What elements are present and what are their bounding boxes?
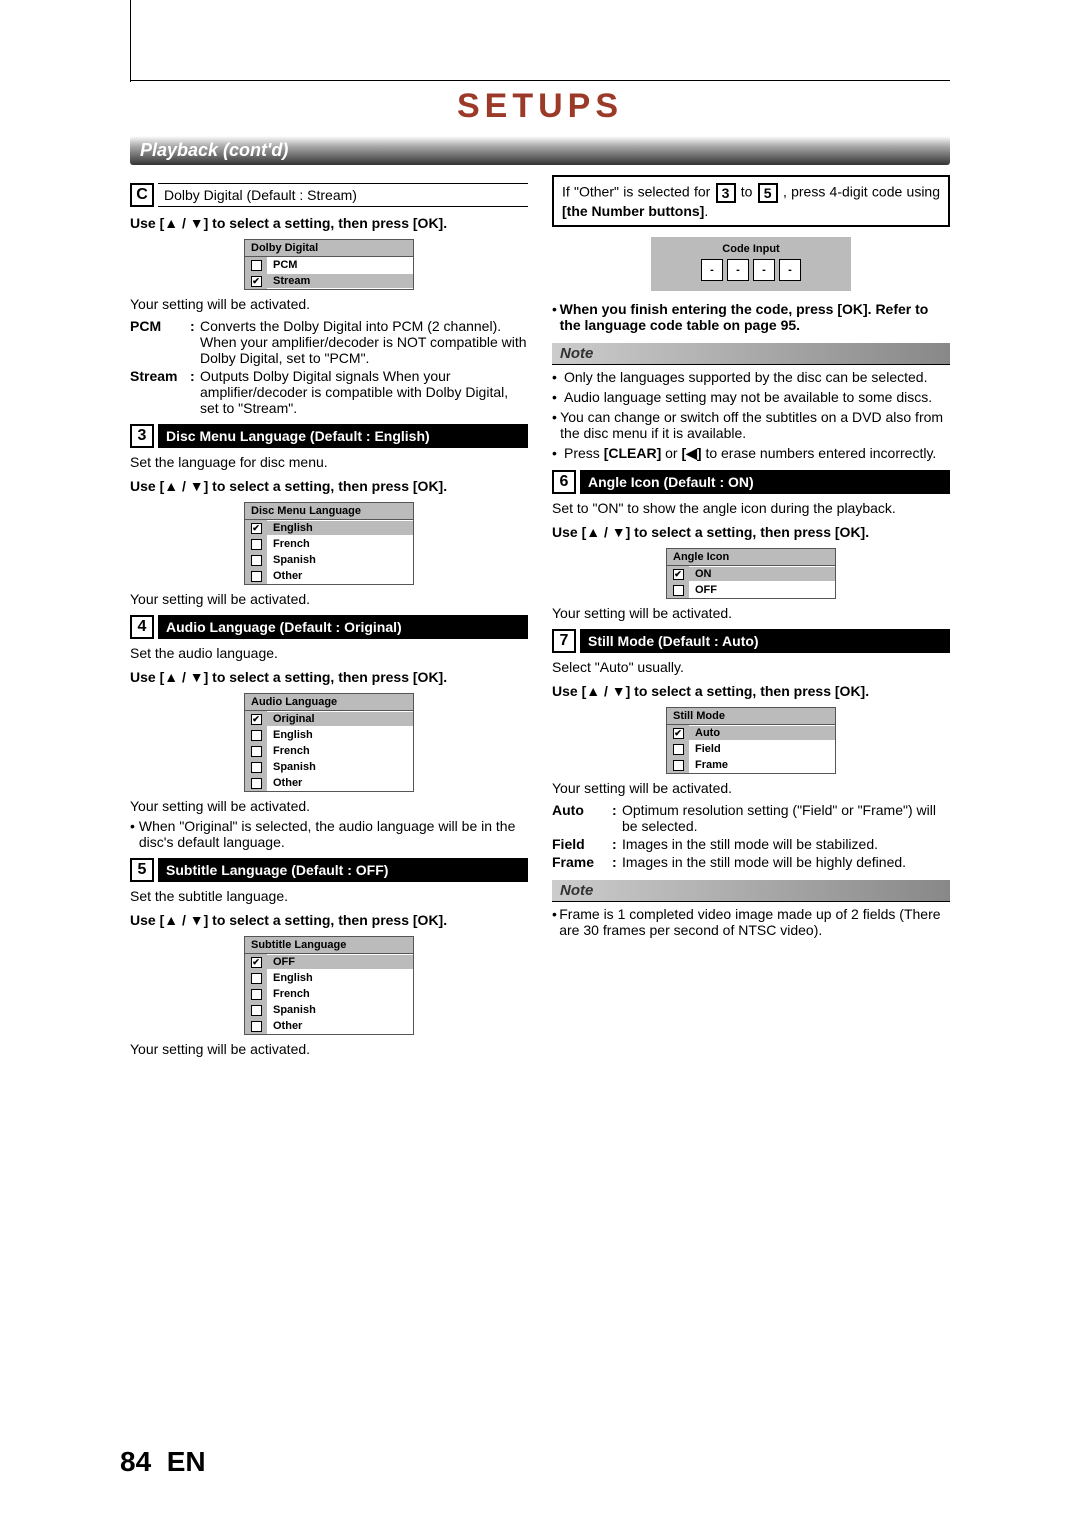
def-frame: Frame: Images in the still mode will be … <box>552 854 950 870</box>
step-7-intro: Select "Auto" usually. <box>552 659 950 675</box>
stillmode-frame: Frame <box>667 757 835 773</box>
step-6-header: 6 Angle Icon (Default : ON) <box>552 470 950 494</box>
def-pcm: PCM: Converts the Dolby Digital into PCM… <box>130 318 528 366</box>
step-4-badge: 4 <box>130 615 154 639</box>
step-6-label: Angle Icon (Default : ON) <box>580 470 950 494</box>
step-5-instruction: Use [▲ / ▼] to select a setting, then pr… <box>130 912 528 928</box>
dolby-menu: Dolby Digital PCM ✔Stream <box>244 239 414 290</box>
step-4-label: Audio Language (Default : Original) <box>158 615 528 639</box>
note-2a: •Frame is 1 completed video image made u… <box>552 906 950 938</box>
section-header: Playback (cont'd) <box>130 136 950 165</box>
step-c-header: C Dolby Digital (Default : Stream) <box>130 183 528 207</box>
page-content: SETUPS Playback (cont'd) C Dolby Digital… <box>130 80 950 1057</box>
step-3-badge: 3 <box>130 424 154 448</box>
note-1c: •You can change or switch off the subtit… <box>552 409 950 441</box>
step-6-intro: Set to "ON" to show the angle icon durin… <box>552 500 950 516</box>
audiolang-original: ✔Original <box>245 711 413 727</box>
audiolang-other: Other <box>245 775 413 791</box>
step-4-instruction: Use [▲ / ▼] to select a setting, then pr… <box>130 669 528 685</box>
stillmode-title: Still Mode <box>667 708 835 725</box>
step-c-badge: C <box>130 183 154 207</box>
left-column: C Dolby Digital (Default : Stream) Use [… <box>130 175 528 1057</box>
code-cell-2: - <box>727 259 749 281</box>
def-stream: Stream: Outputs Dolby Digital signals Wh… <box>130 368 528 416</box>
step-4-note: •When "Original" is selected, the audio … <box>130 818 528 850</box>
step-7-activated: Your setting will be activated. <box>552 780 950 796</box>
stillmode-menu: Still Mode ✔Auto Field Frame <box>666 707 836 774</box>
angleicon-title: Angle Icon <box>667 549 835 566</box>
angleicon-off: OFF <box>667 582 835 598</box>
badge-5-icon: 5 <box>758 183 778 203</box>
code-input-title: Code Input <box>659 243 843 255</box>
step-3-header: 3 Disc Menu Language (Default : English) <box>130 424 528 448</box>
top-vertical-rule <box>130 0 131 82</box>
sublang-menu: Subtitle Language ✔OFF English French Sp… <box>244 936 414 1035</box>
discmenu-english: ✔English <box>245 520 413 536</box>
step-5-activated: Your setting will be activated. <box>130 1041 528 1057</box>
step-4-activated: Your setting will be activated. <box>130 798 528 814</box>
audiolang-spanish: Spanish <box>245 759 413 775</box>
code-cell-4: - <box>779 259 801 281</box>
sublang-spanish: Spanish <box>245 1002 413 1018</box>
other-selected-box: If "Other" is selected for 3 to 5 , pres… <box>552 175 950 227</box>
stillmode-auto: ✔Auto <box>667 725 835 741</box>
sublang-off: ✔OFF <box>245 954 413 970</box>
step-6-activated: Your setting will be activated. <box>552 605 950 621</box>
step-5-header: 5 Subtitle Language (Default : OFF) <box>130 858 528 882</box>
top-horizontal-rule <box>130 80 950 81</box>
discmenu-other: Other <box>245 568 413 584</box>
stillmode-field: Field <box>667 741 835 757</box>
step-3-intro: Set the language for disc menu. <box>130 454 528 470</box>
step-c-activated: Your setting will be activated. <box>130 296 528 312</box>
note-1d: • Press [CLEAR] or [◀] to erase numbers … <box>552 445 950 462</box>
note-header-2: Note <box>552 880 950 902</box>
step-c-label: Dolby Digital (Default : Stream) <box>158 183 528 207</box>
note-1a: •Only the languages supported by the dis… <box>552 369 950 385</box>
step-6-badge: 6 <box>552 470 576 494</box>
step-5-label: Subtitle Language (Default : OFF) <box>158 858 528 882</box>
angleicon-on: ✔ON <box>667 566 835 582</box>
sublang-english: English <box>245 970 413 986</box>
audiolang-title: Audio Language <box>245 694 413 711</box>
finish-code-note: •When you finish entering the code, pres… <box>552 301 950 333</box>
code-cell-3: - <box>753 259 775 281</box>
audiolang-menu: Audio Language ✔Original English French … <box>244 693 414 792</box>
dolby-menu-title: Dolby Digital <box>245 240 413 257</box>
step-5-intro: Set the subtitle language. <box>130 888 528 904</box>
step-7-badge: 7 <box>552 629 576 653</box>
step-7-label: Still Mode (Default : Auto) <box>580 629 950 653</box>
note-1b: •Audio language setting may not be avail… <box>552 389 950 405</box>
audiolang-english: English <box>245 727 413 743</box>
def-field: Field: Images in the still mode will be … <box>552 836 950 852</box>
step-3-instruction: Use [▲ / ▼] to select a setting, then pr… <box>130 478 528 494</box>
angleicon-menu: Angle Icon ✔ON OFF <box>666 548 836 599</box>
audiolang-french: French <box>245 743 413 759</box>
discmenu-title: Disc Menu Language <box>245 503 413 520</box>
step-4-intro: Set the audio language. <box>130 645 528 661</box>
step-7-header: 7 Still Mode (Default : Auto) <box>552 629 950 653</box>
step-c-instruction: Use [▲ / ▼] to select a setting, then pr… <box>130 215 528 231</box>
dolby-opt-pcm: PCM <box>245 257 413 273</box>
dolby-opt-stream: ✔Stream <box>245 273 413 289</box>
badge-3-icon: 3 <box>716 183 736 203</box>
discmenu-french: French <box>245 536 413 552</box>
step-6-instruction: Use [▲ / ▼] to select a setting, then pr… <box>552 524 950 540</box>
code-input-box: Code Input - - - - <box>651 237 851 291</box>
code-cell-1: - <box>701 259 723 281</box>
step-3-label: Disc Menu Language (Default : English) <box>158 424 528 448</box>
sublang-other: Other <box>245 1018 413 1034</box>
step-4-header: 4 Audio Language (Default : Original) <box>130 615 528 639</box>
step-5-badge: 5 <box>130 858 154 882</box>
page-number: 84 EN <box>120 1446 206 1478</box>
sublang-french: French <box>245 986 413 1002</box>
page-title: SETUPS <box>130 87 950 126</box>
note-header-1: Note <box>552 343 950 365</box>
step-3-activated: Your setting will be activated. <box>130 591 528 607</box>
right-column: If "Other" is selected for 3 to 5 , pres… <box>552 175 950 1057</box>
step-7-instruction: Use [▲ / ▼] to select a setting, then pr… <box>552 683 950 699</box>
discmenu-menu: Disc Menu Language ✔English French Spani… <box>244 502 414 585</box>
discmenu-spanish: Spanish <box>245 552 413 568</box>
sublang-title: Subtitle Language <box>245 937 413 954</box>
def-auto: Auto: Optimum resolution setting ("Field… <box>552 802 950 834</box>
